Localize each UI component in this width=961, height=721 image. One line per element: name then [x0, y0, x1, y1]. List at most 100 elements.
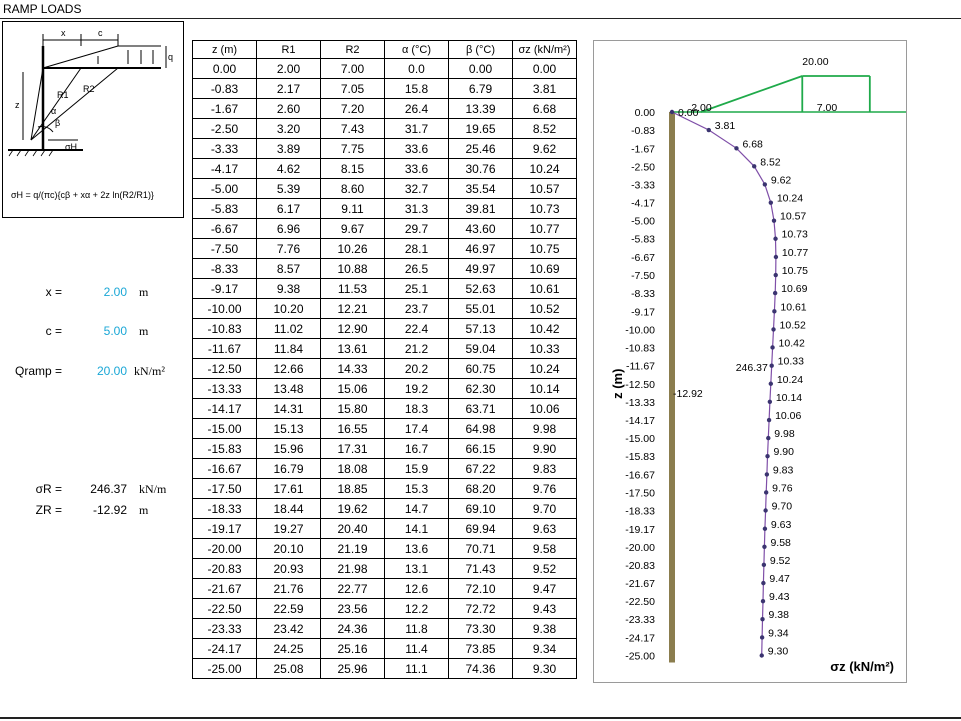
- svg-text:β: β: [55, 118, 60, 128]
- cell-r1: 14.31: [256, 398, 321, 419]
- cell-r2: 20.40: [320, 518, 385, 539]
- z-tick-label: -5.00: [631, 216, 655, 228]
- cell-z: -10.83: [192, 318, 257, 339]
- z-tick-label: -10.00: [625, 324, 655, 336]
- cell-beta: 69.10: [448, 498, 513, 519]
- cell-alpha: 11.4: [384, 638, 449, 659]
- param-x-value[interactable]: 2.00: [77, 285, 127, 299]
- col-header-beta: β (°C): [448, 40, 513, 59]
- cell-z: -21.67: [192, 578, 257, 599]
- load-ramp-line: [700, 75, 803, 113]
- sigma-point: [759, 635, 765, 640]
- cell-z: -6.67: [192, 218, 257, 239]
- z-tick-label: -25.00: [625, 651, 655, 663]
- cell-alpha: 15.3: [384, 478, 449, 499]
- z-tick-label: -14.17: [625, 415, 655, 427]
- cell-sigma: 3.81: [512, 78, 577, 99]
- cell-alpha: 14.7: [384, 498, 449, 519]
- cell-beta: 73.85: [448, 638, 513, 659]
- z-tick-label: -24.17: [625, 632, 655, 644]
- z-tick-label: -12.50: [625, 379, 655, 391]
- cell-sigma: 9.83: [512, 458, 577, 479]
- cell-r1: 15.96: [256, 438, 321, 459]
- cell-z: -24.17: [192, 638, 257, 659]
- cell-beta: 13.39: [448, 98, 513, 119]
- table-row: -5.00 5.39 8.60 32.7 35.54 10.57: [192, 178, 577, 199]
- table-row: -25.00 25.08 25.96 11.1 74.36 9.30: [192, 658, 577, 679]
- sigma-point: [760, 598, 766, 604]
- cell-z: -12.50: [192, 358, 257, 379]
- x-axis-label: σz (kN/m²): [830, 659, 894, 674]
- table-row: -19.17 19.27 20.40 14.1 69.94 9.63: [192, 518, 577, 539]
- z-tick-label: -0.83: [631, 125, 655, 137]
- z-tick-label: -13.33: [625, 397, 655, 409]
- cell-beta: 19.65: [448, 118, 513, 139]
- sigma-point: [764, 472, 770, 477]
- cell-beta: 62.30: [448, 378, 513, 399]
- title-divider: [0, 18, 961, 19]
- sigma-point-label: 10.24: [777, 374, 803, 386]
- sigma-point: [765, 453, 770, 459]
- table-row: -17.50 17.61 18.85 15.3 68.20 9.76: [192, 478, 577, 499]
- cell-r2: 7.75: [320, 138, 385, 159]
- table-row: -14.17 14.31 15.80 18.3 63.71 10.06: [192, 398, 577, 419]
- table-row: -10.83 11.02 12.90 22.4 57.13 10.42: [192, 318, 577, 339]
- table-row: -16.67 16.79 18.08 15.9 67.22 9.83: [192, 458, 577, 479]
- cell-z: -3.33: [192, 138, 257, 159]
- svg-text:R2: R2: [83, 84, 95, 94]
- cell-r2: 17.31: [320, 438, 385, 459]
- table-row: -2.50 3.20 7.43 31.7 19.65 8.52: [192, 118, 577, 139]
- cell-r2: 13.61: [320, 338, 385, 359]
- z-tick-label: -20.83: [625, 560, 655, 572]
- cell-r1: 20.93: [256, 558, 321, 579]
- svg-text:z: z: [15, 100, 20, 110]
- cell-sigma: 9.38: [512, 618, 577, 639]
- cell-r1: 2.60: [256, 98, 321, 119]
- cell-r2: 15.80: [320, 398, 385, 419]
- cell-r1: 23.42: [256, 618, 321, 639]
- cell-r1: 7.76: [256, 238, 321, 259]
- cell-sigma: 10.77: [512, 218, 577, 239]
- cell-beta: 6.79: [448, 78, 513, 99]
- sigma-point: [773, 254, 779, 260]
- cell-sigma: 10.61: [512, 278, 577, 299]
- param-c-value[interactable]: 5.00: [77, 324, 127, 338]
- cell-z: 0.00: [192, 58, 257, 79]
- cell-beta: 39.81: [448, 198, 513, 219]
- cell-beta: 60.75: [448, 358, 513, 379]
- sigma-point-label: 9.47: [769, 573, 790, 585]
- cell-beta: 30.76: [448, 158, 513, 179]
- cell-sigma: 10.14: [512, 378, 577, 399]
- sigma-point: [766, 435, 771, 441]
- sigma-profile-chart: 20.00 2.00 7.00 0.00 -0.83 -1.67 -2.50 -3.33 -4…: [593, 40, 909, 683]
- result-sigma-r-value: 246.37: [90, 482, 127, 496]
- param-q-value[interactable]: 20.00: [77, 364, 127, 378]
- sigma-point: [769, 363, 774, 368]
- sigma-point-label: 10.73: [782, 229, 808, 241]
- sigma-point: [762, 526, 768, 531]
- cell-alpha: 19.2: [384, 378, 449, 399]
- z-tick-label: -23.33: [625, 614, 655, 626]
- z-tick-label: -10.83: [625, 342, 655, 354]
- chart-svg: 20.002.00 7.00 0.00-0.83-1.67-2.50-3.33-4…: [610, 56, 909, 674]
- sigma-point-label: 9.30: [768, 646, 789, 658]
- cell-r1: 25.08: [256, 658, 321, 679]
- sigma-point: [771, 327, 776, 332]
- table-row: -8.33 8.57 10.88 26.5 49.97 10.69: [192, 258, 577, 279]
- cell-alpha: 22.4: [384, 318, 449, 339]
- cell-sigma: 10.75: [512, 238, 577, 259]
- table-row: -0.83 2.17 7.05 15.8 6.79 3.81: [192, 78, 577, 99]
- sigma-point: [706, 127, 711, 133]
- cell-sigma: 6.68: [512, 98, 577, 119]
- cell-r2: 14.33: [320, 358, 385, 379]
- cell-sigma: 0.00: [512, 58, 577, 79]
- cell-r2: 25.16: [320, 638, 385, 659]
- cell-r1: 10.20: [256, 298, 321, 319]
- cell-sigma: 10.24: [512, 358, 577, 379]
- cell-z: -19.17: [192, 518, 257, 539]
- cell-sigma: 10.69: [512, 258, 577, 279]
- cell-r2: 7.00: [320, 58, 385, 79]
- cell-alpha: 0.0: [384, 58, 449, 79]
- cell-sigma: 9.98: [512, 418, 577, 439]
- cell-alpha: 33.6: [384, 158, 449, 179]
